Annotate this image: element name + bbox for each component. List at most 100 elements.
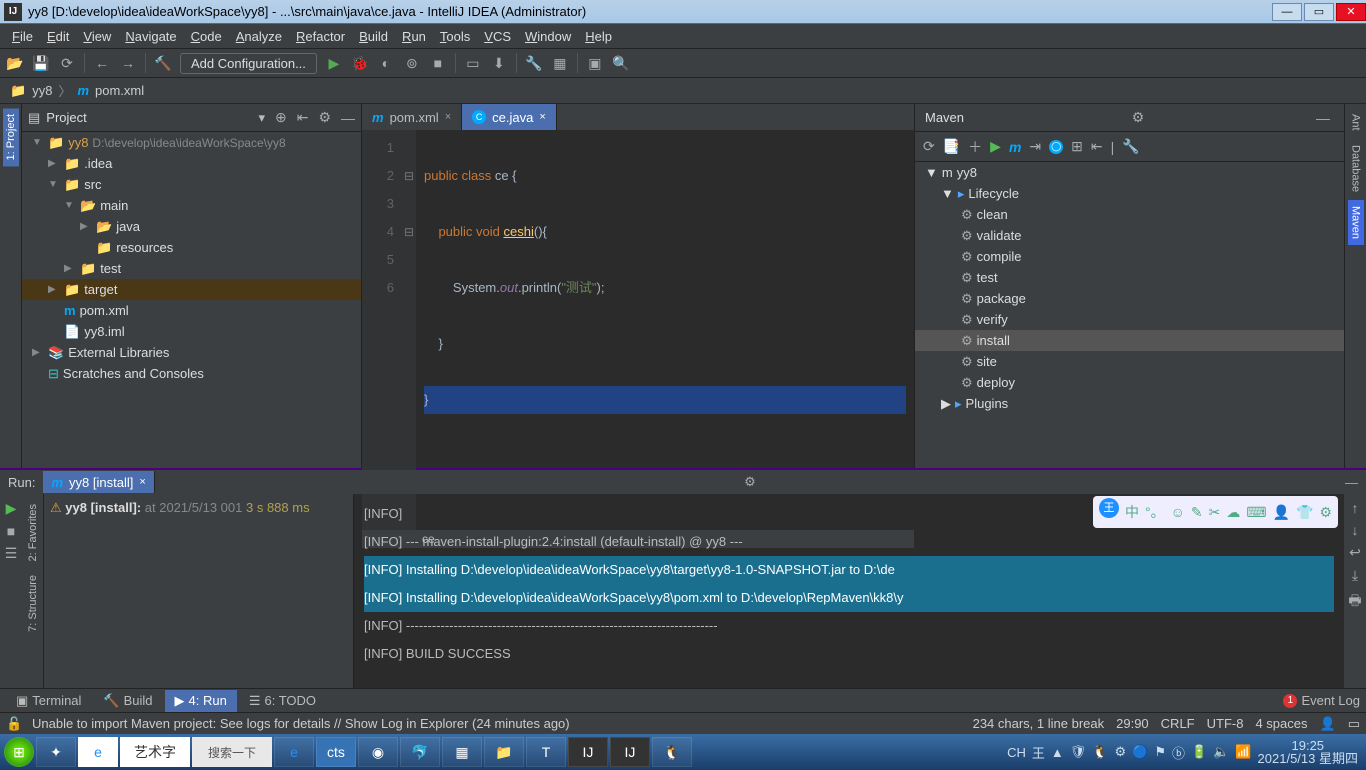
tab-favorites[interactable]: 2: Favorites [25,498,41,567]
ie-button[interactable]: e [78,737,118,767]
filter-icon[interactable]: ☰ [5,545,18,562]
collapse-icon[interactable]: ⇤ [1091,138,1103,155]
qq-button[interactable]: 🐧 [652,737,692,767]
search-icon[interactable]: 🔍 [612,54,630,72]
attach-icon[interactable]: ▣ [586,54,604,72]
menu-view[interactable]: View [77,27,117,46]
tray-icon[interactable]: ⚑ [1154,744,1166,760]
edge-button[interactable]: e [274,737,314,767]
tray-icon[interactable]: ⚙ [1114,744,1126,760]
tree-item-target[interactable]: ▶📁target [22,279,361,300]
crumb-file[interactable]: pom.xml [95,83,144,98]
inspect-icon[interactable]: 👤 [1320,716,1336,732]
taskbar-app[interactable]: T [526,737,566,767]
tray-icon[interactable]: 📶 [1235,744,1251,760]
maven-root[interactable]: ▼myy8 [915,162,1344,183]
tree-item-main[interactable]: ▼📂main [22,195,361,216]
ime-wang-icon[interactable]: 王 [1099,498,1119,518]
run-tab[interactable]: m yy8 [install] × [43,471,154,493]
hide-icon[interactable]: — [341,110,355,126]
project-tree[interactable]: ▼📁yy8 D:\develop\idea\ideaWorkSpace\yy8▶… [22,132,361,468]
close-button[interactable]: ✕ [1336,3,1366,21]
tree-item-java[interactable]: ▶📂java [22,216,361,237]
editor-tab-pom-xml[interactable]: mpom.xml× [362,104,462,130]
run-icon[interactable]: ▶ [325,54,343,72]
gear-icon[interactable]: ⚙ [1132,109,1145,126]
taskbar-app[interactable]: ✦ [36,737,76,767]
maven-goal-test[interactable]: ⚙test [915,267,1344,288]
status-indent[interactable]: 4 spaces [1255,716,1307,732]
forward-icon[interactable]: → [119,54,137,72]
tray-icon[interactable]: 🔵 [1132,744,1148,760]
ime-tool-icon[interactable]: 中 [1125,498,1139,526]
tray-icon[interactable]: ▲ [1051,745,1064,760]
structure-icon[interactable]: ▦ [551,54,569,72]
bottom-tab-4-Run[interactable]: ▶4: Run [165,690,237,712]
tree-item-src[interactable]: ▼📁src [22,174,361,195]
menu-help[interactable]: Help [579,27,618,46]
back-icon[interactable]: ← [93,54,111,72]
tray-icon[interactable]: 🐧 [1092,744,1108,760]
menu-window[interactable]: Window [519,27,577,46]
tray-icon[interactable]: 🔋 [1191,744,1207,760]
intellij-button[interactable]: IJ [610,737,650,767]
up-icon[interactable]: ↑ [1352,500,1359,516]
tray-icon[interactable]: 王 [1032,743,1045,762]
gear-icon[interactable]: ⚙ [744,474,756,490]
menu-code[interactable]: Code [185,27,228,46]
tree-item-External-Libraries[interactable]: ▶📚External Libraries [22,342,361,363]
crumb-root[interactable]: yy8 [32,83,52,98]
ime-tool-icon[interactable]: ☺ [1171,498,1185,526]
menu-analyze[interactable]: Analyze [230,27,288,46]
menu-refactor[interactable]: Refactor [290,27,351,46]
menu-file[interactable]: File [6,27,39,46]
console-output[interactable]: 王 中 °。 ☺ ✎ ✂ ☁ ⌨ 👤 👕 ⚙ [INFO][INFO] --- … [354,494,1344,688]
hide-icon[interactable]: — [1345,475,1358,490]
ime-tool-icon[interactable]: ✎ [1191,498,1203,526]
menu-build[interactable]: Build [353,27,394,46]
ime-tool-icon[interactable]: 👕 [1296,498,1313,526]
hide-icon[interactable]: — [1316,110,1330,126]
tree-item-test[interactable]: ▶📁test [22,258,361,279]
add-icon[interactable]: ＋ [968,137,982,157]
tree-item--idea[interactable]: ▶📁.idea [22,153,361,174]
tab-project[interactable]: 1: Project [3,108,19,166]
hammer-icon[interactable]: 🔨 [154,54,172,72]
maven-goal-validate[interactable]: ⚙validate [915,225,1344,246]
tray-icon[interactable]: ⓑ [1172,743,1185,762]
gear-icon[interactable]: ⚙ [318,109,331,126]
taskbar-clock[interactable]: 19:25 2021/5/13 星期四 [1258,739,1362,765]
skip-tests-icon[interactable]: ◯ [1049,140,1063,154]
tab-ant[interactable]: Ant [1348,108,1364,137]
reload-icon[interactable]: ⟳ [923,138,935,155]
run-icon[interactable]: ▶ [990,138,1001,155]
chrome-button[interactable]: ◉ [358,737,398,767]
maven-tree[interactable]: ▼myy8▼▸Lifecycle⚙clean⚙validate⚙compile⚙… [915,162,1344,468]
maven-plugins[interactable]: ▶▸Plugins [915,393,1344,414]
tree-item-resources[interactable]: 📁resources [22,237,361,258]
tree-item-yy8[interactable]: ▼📁yy8 D:\develop\idea\ideaWorkSpace\yy8 [22,132,361,153]
scroll-icon[interactable]: ⤓ [1352,567,1358,584]
stop-icon[interactable]: ■ [7,523,15,539]
status-eol[interactable]: CRLF [1161,716,1195,732]
wrap-icon[interactable]: ↩ [1349,544,1361,561]
rerun-icon[interactable]: ▶ [6,500,17,517]
mem-icon[interactable]: ▭ [1348,716,1360,732]
ime-tool-icon[interactable]: ✂ [1209,498,1221,526]
avd-icon[interactable]: ▭ [464,54,482,72]
ime-tool-icon[interactable]: 👤 [1273,498,1290,526]
ime-tool-icon[interactable]: ⌨ [1246,498,1266,526]
status-message[interactable]: Unable to import Maven project: See logs… [32,716,570,731]
profile-icon[interactable]: ⊚ [403,54,421,72]
maven-goal-install[interactable]: ⚙install [915,330,1344,351]
generate-icon[interactable]: 📑 [943,138,960,155]
taskbar-app[interactable]: cts [316,737,356,767]
maximize-button[interactable]: ▭ [1304,3,1334,21]
intellij-button[interactable]: IJ [568,737,608,767]
status-encoding[interactable]: UTF-8 [1207,716,1244,732]
taskbar-app[interactable]: ▦ [442,737,482,767]
ime-tool-icon[interactable]: °。 [1145,498,1165,526]
tree-item-yy8-iml[interactable]: 📄yy8.iml [22,321,361,342]
run-config-selector[interactable]: Add Configuration... [180,53,317,74]
down-icon[interactable]: ↓ [1352,522,1359,538]
